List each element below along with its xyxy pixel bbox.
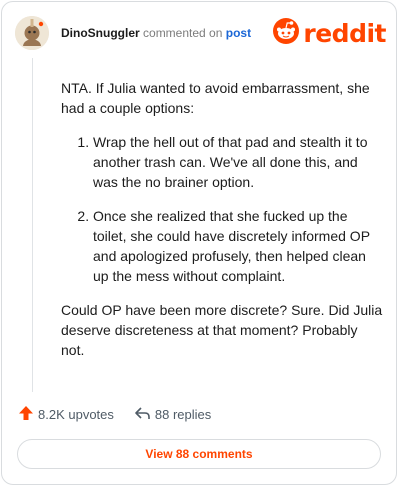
upvote-count: 8.2K upvotes: [38, 406, 114, 422]
comment-header: DinoSnuggler commented on post: [15, 16, 251, 50]
comment-actions: 8.2K upvotes 88 replies: [18, 404, 211, 424]
username-link[interactable]: DinoSnuggler: [61, 26, 140, 40]
comment-body: NTA. If Julia wanted to avoid embarrassm…: [61, 78, 383, 374]
reddit-logo[interactable]: reddit: [273, 18, 386, 49]
thread-line: [32, 58, 33, 392]
comment-option-1: Wrap the hell out of that pad and stealt…: [93, 132, 383, 192]
comment-options-list: Wrap the hell out of that pad and stealt…: [61, 132, 383, 286]
reddit-wordmark: reddit: [303, 18, 386, 48]
comment-closing: Could OP have been more discrete? Sure. …: [61, 302, 383, 358]
comment-option-2: Once she realized that she fucked up the…: [93, 206, 383, 286]
dino-avatar-icon[interactable]: [15, 16, 49, 50]
reply-arrow-icon: [134, 405, 151, 424]
view-comments-button[interactable]: View 88 comments: [17, 439, 381, 469]
byline-verb: commented on: [143, 26, 223, 40]
comment-intro: NTA. If Julia wanted to avoid embarrassm…: [61, 80, 370, 116]
upvote-button[interactable]: 8.2K upvotes: [18, 405, 114, 424]
upvote-arrow-icon: [18, 405, 34, 424]
replies-count: 88 replies: [154, 406, 212, 422]
post-link[interactable]: post: [226, 26, 251, 40]
reddit-snoo-icon: [273, 18, 300, 49]
replies-button[interactable]: 88 replies: [134, 405, 211, 424]
comment-byline: DinoSnuggler commented on post: [61, 26, 251, 40]
